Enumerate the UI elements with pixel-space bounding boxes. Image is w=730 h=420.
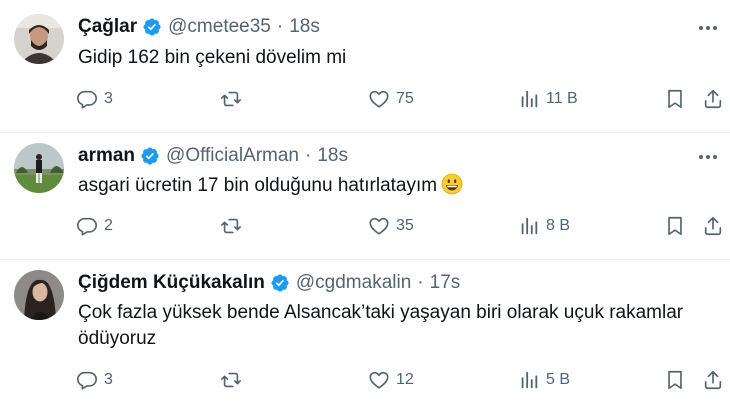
views-icon: [521, 90, 538, 108]
share-icon: [704, 89, 722, 109]
bookmark-icon: [668, 216, 682, 236]
bookmark-icon: [668, 370, 682, 390]
tweet-text: Çok fazla yüksek bende Alsancak’taki yaş…: [78, 302, 684, 349]
verified-badge-icon: [270, 273, 290, 293]
like-count: 75: [396, 90, 414, 107]
display-name[interactable]: Çiğdem Küçükakalın: [78, 272, 265, 294]
like-count: 35: [396, 217, 414, 234]
separator-dot: ·: [305, 145, 312, 166]
handle[interactable]: @cgdmakalin: [296, 272, 411, 294]
handle[interactable]: @OfficialArman: [166, 145, 299, 167]
avatar[interactable]: [14, 270, 64, 320]
separator-dot: ·: [276, 16, 284, 37]
like-icon: [369, 90, 389, 108]
tweet-header: Çiğdem Küçükakalın @cgdmakalin · 17s: [78, 272, 460, 294]
retweet-button[interactable]: [220, 85, 248, 113]
reply-icon: [77, 90, 97, 109]
handle[interactable]: @cmetee35: [168, 16, 271, 38]
views-count: 11 B: [546, 90, 578, 107]
like-count: 12: [396, 371, 414, 388]
display-name[interactable]: arman: [78, 145, 135, 167]
tweet-text: Gidip 162 bin çekeni dövelim mi: [78, 47, 347, 68]
action-bar: 2 35 8 B: [76, 212, 726, 240]
grinning-emoji-icon: [441, 173, 463, 203]
retweet-icon: [221, 372, 241, 388]
separator-dot: ·: [417, 272, 424, 293]
reply-icon: [77, 217, 97, 236]
share-button[interactable]: [702, 366, 724, 394]
more-icon[interactable]: [696, 16, 720, 40]
bookmark-button[interactable]: [664, 366, 686, 394]
reply-count: 2: [104, 217, 113, 234]
tweet-text-line: asgari ücretin 17 bin olduğunu hatırlata…: [78, 173, 698, 203]
like-button[interactable]: 75: [368, 85, 414, 113]
reply-button[interactable]: 3: [76, 366, 113, 394]
reply-icon: [77, 371, 97, 390]
more-icon[interactable]: [696, 145, 720, 169]
views-icon: [521, 371, 538, 389]
share-button[interactable]: [702, 212, 724, 240]
reply-count: 3: [104, 90, 113, 107]
bookmark-button[interactable]: [664, 212, 686, 240]
display-name[interactable]: Çağlar: [78, 16, 137, 38]
timestamp[interactable]: 17s: [430, 272, 461, 294]
bookmark-button[interactable]: [664, 85, 686, 113]
views-button[interactable]: 11 B: [518, 85, 578, 113]
tweet-text: asgari ücretin 17 bin olduğunu hatırlata…: [78, 175, 438, 196]
avatar[interactable]: [14, 143, 64, 193]
share-button[interactable]: [702, 85, 724, 113]
timestamp[interactable]: 18s: [317, 145, 348, 167]
like-button[interactable]: 12: [368, 366, 414, 394]
retweet-button[interactable]: [220, 212, 248, 240]
tweet-1[interactable]: Çağlar @cmetee35 · 18s Gidip 162 bin çek…: [0, 0, 730, 132]
retweet-button[interactable]: [220, 366, 248, 394]
verified-badge-icon: [140, 146, 160, 166]
views-count: 5 B: [546, 371, 571, 388]
views-count: 8 B: [546, 217, 571, 234]
tweet-header: arman @OfficialArman · 18s: [78, 145, 348, 167]
tweet-header: Çağlar @cmetee35 · 18s: [78, 16, 320, 38]
like-icon: [369, 371, 389, 389]
reply-button[interactable]: 3: [76, 85, 113, 113]
tweet-2[interactable]: arman @OfficialArman · 18s asgari ücreti…: [0, 133, 730, 261]
like-button[interactable]: 35: [368, 212, 414, 240]
views-button[interactable]: 8 B: [518, 212, 570, 240]
action-bar: 3 75 11 B: [76, 85, 726, 113]
avatar[interactable]: [14, 14, 64, 64]
reply-count: 3: [104, 371, 113, 388]
verified-badge-icon: [142, 17, 162, 37]
retweet-icon: [221, 91, 241, 107]
share-icon: [704, 216, 722, 236]
timestamp[interactable]: 18s: [289, 16, 320, 38]
action-bar: 3 12 5 B: [76, 366, 726, 394]
like-icon: [369, 217, 389, 235]
reply-button[interactable]: 2: [76, 212, 113, 240]
views-icon: [521, 217, 538, 235]
retweet-icon: [221, 218, 241, 234]
tweet-3[interactable]: Çiğdem Küçükakalın @cgdmakalin · 17s Çok…: [0, 260, 730, 420]
share-icon: [704, 370, 722, 390]
bookmark-icon: [668, 89, 682, 109]
views-button[interactable]: 5 B: [518, 366, 570, 394]
